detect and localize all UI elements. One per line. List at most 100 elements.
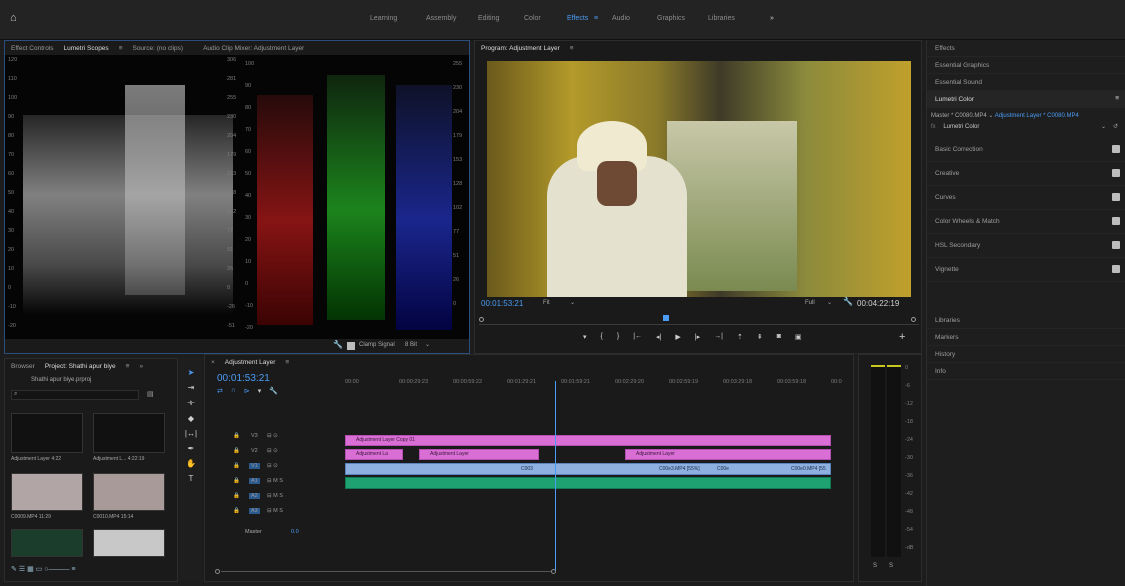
- workspace-libraries[interactable]: Libraries: [708, 15, 735, 22]
- thumb-adjustment-layer-2[interactable]: [93, 413, 165, 453]
- timeline-scrollbar[interactable]: [215, 569, 835, 574]
- program-timecode[interactable]: 00:01:53:21: [481, 299, 523, 308]
- track-label-a3[interactable]: A3: [249, 508, 260, 514]
- sequence-menu-icon[interactable]: ≡: [285, 359, 289, 366]
- track-lock-icon[interactable]: 🔒: [233, 478, 240, 484]
- thumb-c0011[interactable]: [93, 529, 165, 557]
- track-lock-icon[interactable]: 🔒: [233, 463, 240, 469]
- sequence-title[interactable]: Adjustment Layer: [225, 359, 276, 366]
- program-menu-icon[interactable]: ≡: [570, 45, 574, 52]
- quality-select[interactable]: Full: [805, 300, 815, 306]
- playhead-marker[interactable]: [663, 315, 669, 321]
- wrench-icon[interactable]: 🔧: [333, 340, 343, 349]
- pen-tool-icon[interactable]: ✒: [188, 444, 195, 453]
- lift-icon[interactable]: ⇡: [737, 333, 743, 347]
- track-toggle-icon[interactable]: ⊟ ⊙: [267, 433, 278, 439]
- adjustment-clip-label[interactable]: Adjustment Layer * C0080.MP4: [995, 113, 1079, 119]
- clip-v2-a[interactable]: Adjustment La: [345, 449, 403, 460]
- panel-markers[interactable]: Markers: [927, 329, 1125, 346]
- timeline-settings-icon[interactable]: 🔧: [269, 387, 278, 395]
- workspace-assembly[interactable]: Assembly: [426, 15, 456, 22]
- tab-browser[interactable]: Browser: [11, 363, 35, 370]
- track-toggle-icon[interactable]: ⊟ ⊙: [267, 448, 278, 454]
- tab-project[interactable]: Project: Shathi apur biye: [45, 363, 116, 370]
- step-back-icon[interactable]: ◂|: [656, 333, 661, 347]
- timeline-timecode[interactable]: 00:01:53:21: [217, 373, 270, 384]
- panel-essential-graphics[interactable]: Essential Graphics: [927, 57, 1125, 74]
- out-point-handle[interactable]: [911, 317, 916, 322]
- program-title[interactable]: Program: Adjustment Layer: [481, 45, 560, 52]
- thumb-c0010[interactable]: [93, 473, 165, 511]
- fx-badge[interactable]: fx: [931, 124, 936, 130]
- solo-left-button[interactable]: S: [873, 563, 877, 569]
- track-label-a2[interactable]: A2: [249, 493, 260, 499]
- panel-essential-sound[interactable]: Essential Sound: [927, 74, 1125, 91]
- clamp-signal-checkbox[interactable]: [347, 342, 355, 350]
- fit-select[interactable]: Fit: [543, 300, 550, 306]
- list-view-icon[interactable]: ☰: [19, 566, 25, 573]
- track-toggle-icon[interactable]: ⊟ M S: [267, 478, 283, 484]
- solo-right-button[interactable]: S: [889, 563, 893, 569]
- panel-history[interactable]: History: [927, 346, 1125, 363]
- expand-icon[interactable]: »: [139, 363, 143, 370]
- section-checkbox[interactable]: [1112, 265, 1120, 273]
- thumb-adjustment-layer[interactable]: [11, 413, 83, 453]
- pencil-icon[interactable]: ✎: [11, 566, 17, 573]
- fx-chevron-icon[interactable]: ⌄: [1101, 123, 1106, 130]
- add-button-icon[interactable]: +: [899, 331, 905, 343]
- mark-out-icon[interactable]: }: [617, 333, 619, 347]
- track-lock-icon[interactable]: 🔒: [233, 508, 240, 514]
- clip-v2-c[interactable]: Adjustment Layer: [625, 449, 831, 460]
- hand-tool-icon[interactable]: ✋: [186, 459, 196, 468]
- track-lock-icon[interactable]: 🔒: [233, 433, 240, 439]
- track-toggle-icon[interactable]: ⊟ ⊙: [267, 463, 278, 469]
- section-checkbox[interactable]: [1112, 169, 1120, 177]
- track-label-v1[interactable]: V1: [249, 463, 260, 469]
- selection-tool-icon[interactable]: ➤: [188, 368, 195, 377]
- tab-lumetri-scopes[interactable]: Lumetri Scopes: [64, 45, 109, 52]
- workspace-learning[interactable]: Learning: [370, 15, 397, 22]
- time-ruler[interactable]: 00:00 00:00:29:23 00:00:59:22 00:01:29:21 00…: [345, 379, 842, 395]
- tab-source[interactable]: Source: (no clips): [132, 45, 183, 52]
- track-label-v2[interactable]: V2: [249, 448, 260, 454]
- section-color-wheels[interactable]: Color Wheels & Match: [927, 210, 1125, 234]
- compare-icon[interactable]: ▣: [795, 333, 802, 347]
- panel-info[interactable]: Info: [927, 363, 1125, 380]
- section-curves[interactable]: Curves: [927, 186, 1125, 210]
- track-toggle-icon[interactable]: ⊟ M S: [267, 508, 283, 514]
- clip-a1-audio[interactable]: [345, 477, 831, 489]
- panel-effects[interactable]: Effects: [927, 40, 1125, 57]
- workspace-editing[interactable]: Editing: [478, 15, 499, 22]
- workspace-menu-icon[interactable]: ≡: [594, 15, 598, 22]
- track-lock-icon[interactable]: 🔒: [233, 448, 240, 454]
- play-icon[interactable]: ▶: [675, 333, 680, 347]
- track-select-icon[interactable]: ⇥: [188, 383, 195, 392]
- icon-view-icon[interactable]: ▦: [27, 566, 34, 573]
- track-toggle-icon[interactable]: ⊟ M S: [267, 493, 283, 499]
- master-clip-label[interactable]: Master * C0080.MP4: [931, 113, 987, 119]
- master-track-value[interactable]: 0.0: [291, 529, 299, 535]
- clip-v1-track[interactable]: [345, 463, 831, 475]
- section-checkbox[interactable]: [1112, 193, 1120, 201]
- mark-in-icon[interactable]: {: [601, 333, 603, 347]
- more-workspaces-icon[interactable]: »: [770, 15, 774, 22]
- type-tool-icon[interactable]: T: [189, 474, 194, 483]
- reset-icon[interactable]: ↺: [1113, 123, 1118, 130]
- linked-icon[interactable]: ⊳: [244, 387, 250, 395]
- section-checkbox[interactable]: [1112, 241, 1120, 249]
- folder-icon[interactable]: ▤: [147, 390, 154, 398]
- add-marker-icon[interactable]: ▾: [258, 387, 262, 395]
- clip-v3-adjustment-copy[interactable]: Adjustment Layer Copy 01: [345, 435, 831, 446]
- lumetri-menu-icon[interactable]: ≡: [1115, 95, 1119, 102]
- zoom-slider[interactable]: ○———: [44, 566, 69, 573]
- workspace-effects[interactable]: Effects: [567, 15, 588, 22]
- workspace-graphics[interactable]: Graphics: [657, 15, 685, 22]
- bit-depth-select[interactable]: 8 Bit: [405, 342, 417, 348]
- track-label-v3[interactable]: V3: [249, 433, 260, 439]
- clip-v2-b[interactable]: Adjustment Layer: [419, 449, 539, 460]
- panel-lumetri-color[interactable]: Lumetri Color ≡: [927, 91, 1125, 108]
- section-checkbox[interactable]: [1112, 145, 1120, 153]
- workspace-color[interactable]: Color: [524, 15, 541, 22]
- nest-icon[interactable]: ⇄: [217, 387, 223, 395]
- settings-wrench-icon[interactable]: 🔧: [843, 297, 853, 306]
